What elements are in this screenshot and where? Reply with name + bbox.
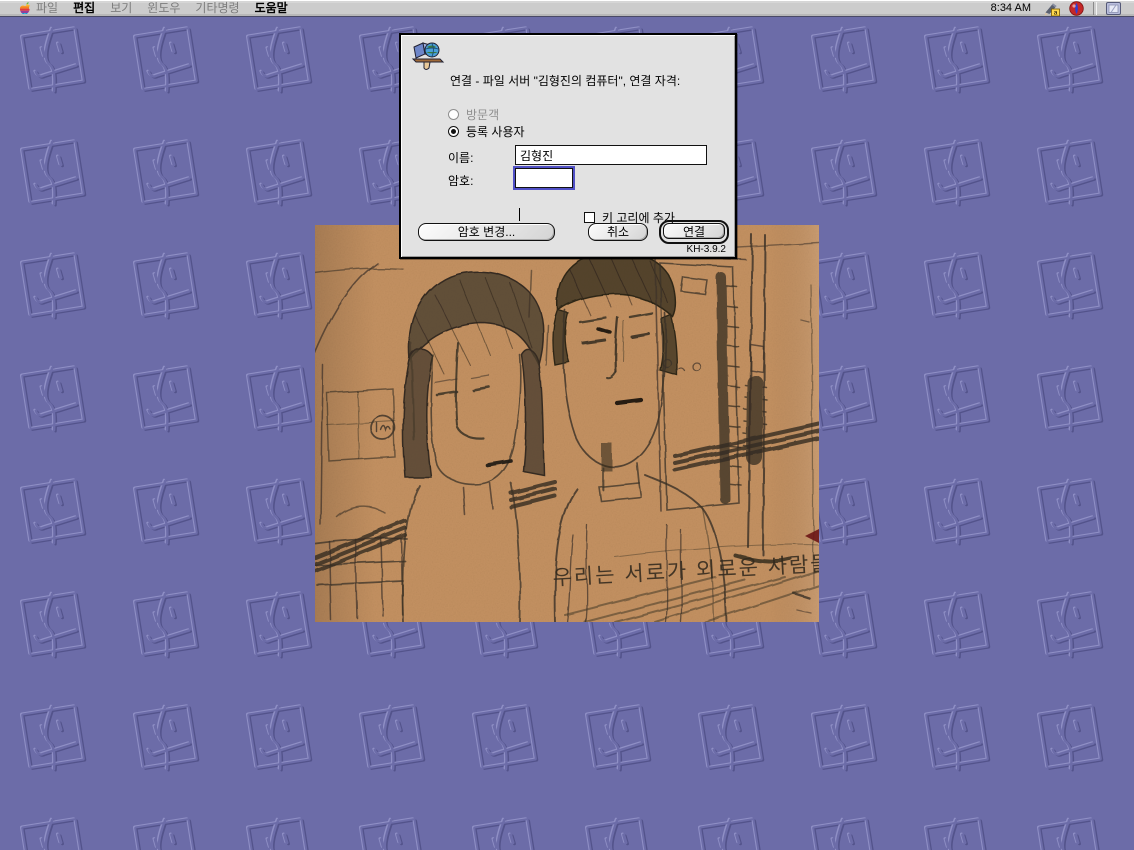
- menu-window[interactable]: 윈도우: [146, 0, 181, 16]
- radio-registered-user[interactable]: 등록 사용자: [448, 123, 525, 140]
- radio-registered-circle[interactable]: [448, 126, 459, 137]
- file-server-icon: [410, 41, 446, 71]
- menubar-divider: [1093, 2, 1097, 15]
- apple-menu-icon[interactable]: [17, 1, 31, 16]
- name-field[interactable]: [515, 145, 707, 165]
- dialog-title: 연결 - 파일 서버 "김형진의 컴퓨터", 연결 자격:: [450, 74, 730, 88]
- menu-bar: 파일 편집 보기 윈도우 기타명령 도움말 8:34 AM a: [0, 0, 1134, 17]
- change-password-button[interactable]: 암호 변경...: [418, 223, 555, 241]
- cancel-button[interactable]: 취소: [588, 223, 648, 241]
- version-label: KH-3.9.2: [687, 244, 726, 255]
- menu-file[interactable]: 파일: [35, 0, 59, 16]
- radio-guest-circle[interactable]: [448, 109, 459, 120]
- connect-button[interactable]: 연결: [663, 223, 725, 239]
- menu-view[interactable]: 보기: [109, 0, 133, 16]
- menu-help[interactable]: 도움말: [254, 0, 289, 16]
- menu-edit[interactable]: 편집: [72, 0, 96, 16]
- input-method-pen-icon[interactable]: a: [1043, 1, 1060, 16]
- name-label: 이름:: [448, 149, 473, 166]
- menu-other-commands[interactable]: 기타명령: [194, 0, 240, 16]
- svg-text:a: a: [1054, 9, 1058, 15]
- menu-items: 파일 편집 보기 윈도우 기타명령 도움말: [35, 0, 289, 16]
- radio-guest-label: 방문객: [466, 106, 499, 123]
- radio-registered-label: 등록 사용자: [466, 123, 525, 140]
- default-button-ring: 연결: [659, 220, 729, 244]
- password-field[interactable]: [515, 168, 573, 188]
- keychain-checkbox[interactable]: [584, 212, 595, 223]
- connect-dialog: 연결 - 파일 서버 "김형진의 컴퓨터", 연결 자격: 방문객 등록 사용자…: [399, 33, 737, 259]
- menubar-clock[interactable]: 8:34 AM: [991, 2, 1035, 14]
- radio-guest[interactable]: 방문객: [448, 106, 499, 123]
- text-cursor: [519, 208, 520, 221]
- application-menu-icon[interactable]: [1105, 1, 1122, 16]
- desktop-picture: 우리는 서로가 외로운 사람들: [315, 225, 819, 622]
- active-application-icon[interactable]: [1068, 1, 1085, 16]
- password-label: 암호:: [448, 172, 473, 189]
